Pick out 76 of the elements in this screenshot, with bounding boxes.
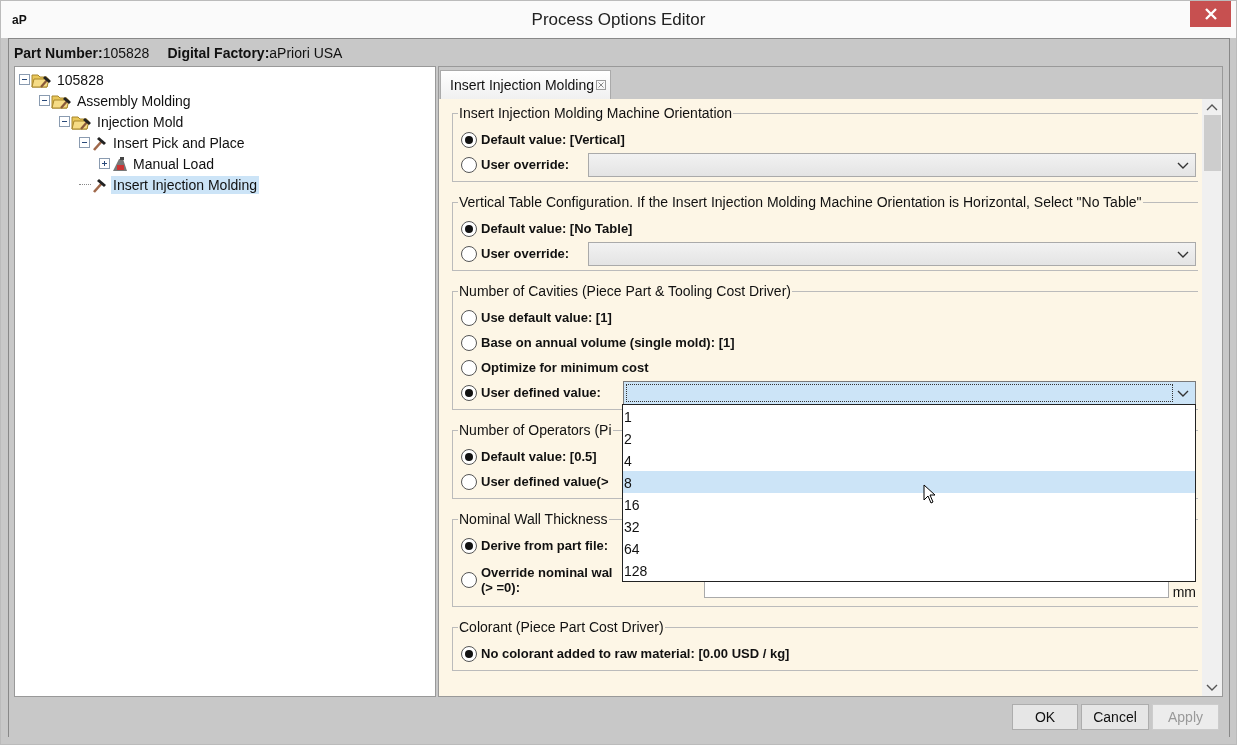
section-title: Nominal Wall Thickness [458, 511, 609, 527]
unit-label: mm [1172, 584, 1196, 600]
tree-item[interactable]: Manual Load [131, 154, 216, 173]
radio-button[interactable] [461, 245, 477, 262]
chevron-down-icon [1177, 389, 1189, 398]
radio-button[interactable] [461, 384, 477, 401]
app-logo: aP [12, 13, 27, 27]
radio-button[interactable] [461, 334, 477, 351]
option-label: Default value: [0.5] [481, 449, 597, 464]
dropdown-option[interactable]: 2 [622, 426, 1195, 449]
section-title: Colorant (Piece Part Cost Driver) [458, 619, 665, 635]
option-label: Default value: [No Table] [481, 221, 633, 236]
dropdown-option[interactable]: 128 [622, 558, 1195, 581]
option-label: User override: [481, 246, 571, 261]
dropdown-option[interactable]: 32 [622, 514, 1195, 537]
part-number-label: Part Number: [14, 44, 103, 61]
expand-icon[interactable] [99, 158, 110, 169]
dropdown-field[interactable] [588, 241, 1196, 266]
dropdown-option[interactable]: 4 [622, 448, 1195, 471]
editor-tab[interactable]: Insert Injection Molding [440, 70, 611, 99]
dropdown-option[interactable]: 16 [622, 492, 1195, 515]
radio-button[interactable] [461, 537, 477, 554]
option-label: User defined value(> [481, 474, 609, 489]
collapse-icon[interactable] [19, 74, 30, 85]
dropdown-option[interactable]: 1 [622, 404, 1195, 427]
option-label: No colorant added to raw material: [0.00 USD / kg] [481, 646, 790, 661]
section-title: Number of Operators (Pi [458, 422, 613, 438]
section-title: Insert Injection Molding Machine Orientation [458, 105, 734, 121]
option-label: (> =0): [481, 580, 521, 595]
window-title: Process Options Editor [531, 10, 706, 30]
close-icon [1203, 7, 1218, 21]
option-label: Override nominal wal [481, 565, 613, 580]
radio-button[interactable] [461, 645, 477, 662]
scrollbar-thumb[interactable] [1203, 115, 1221, 171]
option-label: Use default value: [1] [481, 310, 612, 325]
tree-item[interactable]: Insert Injection Molding [111, 175, 259, 194]
radio-button[interactable] [461, 309, 477, 326]
collapse-icon[interactable] [79, 137, 90, 148]
dropdown-option[interactable]: 64 [622, 536, 1195, 559]
radio-button[interactable] [461, 156, 477, 173]
dropdown-field[interactable] [588, 152, 1196, 177]
option-label: User override: [481, 157, 571, 172]
radio-button[interactable] [461, 359, 477, 376]
tree-item[interactable]: 105828 [55, 70, 106, 89]
chevron-down-icon [1177, 161, 1189, 170]
section-title: Vertical Table Configuration. If the Insert Injection Molding Machine Orientation is Horizontal, Select "No Table" [458, 194, 1143, 210]
section-title: Number of Cavities (Piece Part & Tooling Cost Driver) [458, 283, 792, 299]
tree-item[interactable]: Insert Pick and Place [111, 133, 247, 152]
mouse-pointer-icon [922, 483, 936, 504]
collapse-icon[interactable] [59, 116, 70, 127]
vertical-scrollbar[interactable] [1202, 99, 1222, 696]
close-tab-icon[interactable] [595, 80, 606, 90]
option-label: Default value: [Vertical] [481, 132, 625, 147]
option-label: Base on annual volume (single mold): [1] [481, 335, 735, 350]
digital-factory-value: aPriori USA [269, 44, 343, 61]
radio-button[interactable] [461, 448, 477, 465]
dialog-button[interactable]: Cancel [1081, 704, 1149, 730]
option-label: Derive from part file: [481, 538, 609, 553]
radio-button[interactable] [461, 131, 477, 148]
part-number-value: 105828 [102, 44, 150, 61]
machine-icon [111, 154, 129, 173]
scroll-down-icon[interactable] [1206, 684, 1218, 692]
tree-item[interactable]: Injection Mold [95, 112, 186, 131]
tree-item[interactable]: Assembly Molding [75, 91, 193, 110]
close-button[interactable] [1190, 1, 1231, 27]
radio-button[interactable] [461, 220, 477, 237]
radio-button[interactable] [461, 572, 477, 588]
dropdown-option[interactable]: 8 [622, 470, 1195, 493]
digital-factory-label: Digital Factory: [167, 44, 270, 61]
option-label: User defined value: [481, 385, 601, 400]
collapse-icon[interactable] [39, 95, 50, 106]
radio-button[interactable] [461, 473, 477, 490]
dialog-button[interactable]: OK [1012, 704, 1078, 730]
scroll-up-icon[interactable] [1206, 103, 1218, 111]
option-label: Optimize for minimum cost [481, 360, 649, 375]
chevron-down-icon [1177, 250, 1189, 259]
